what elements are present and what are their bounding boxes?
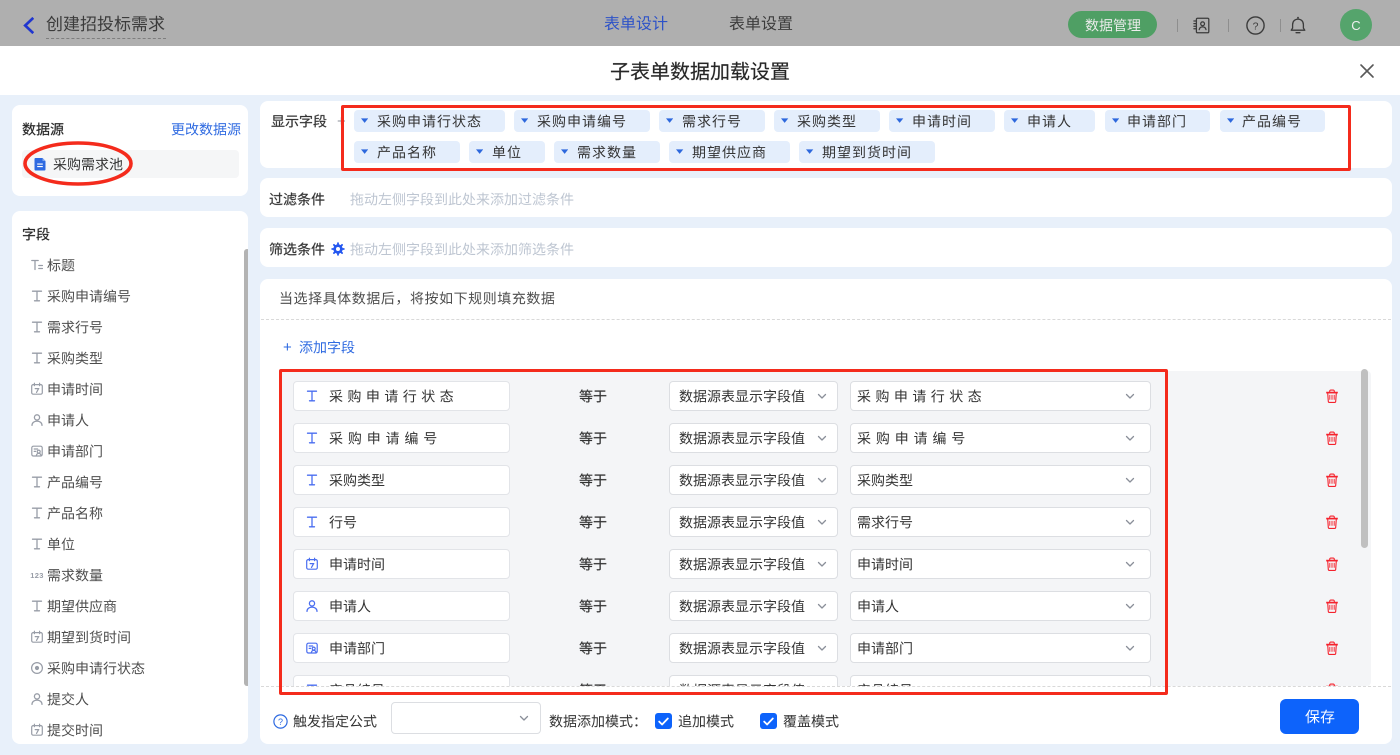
svg-text:?: ? — [278, 716, 283, 726]
svg-text:?: ? — [1253, 20, 1259, 32]
